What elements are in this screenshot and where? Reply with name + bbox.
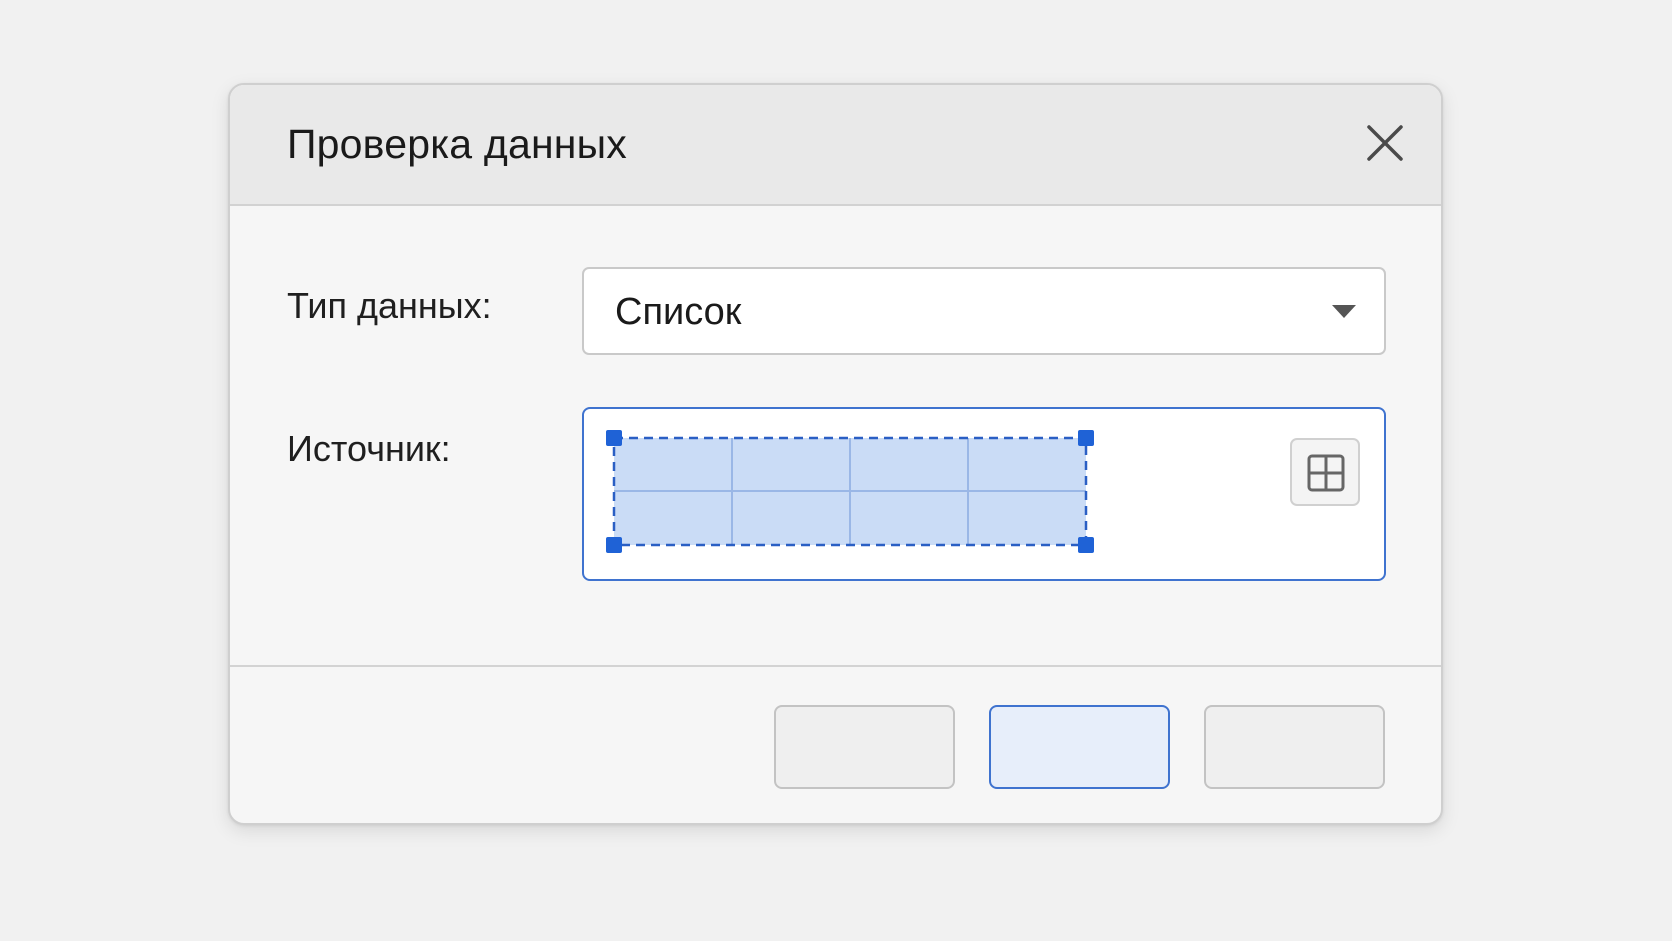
data-type-value: Список: [615, 291, 742, 333]
footer-button-3[interactable]: [1204, 705, 1385, 789]
selection-handle-bottom-right[interactable]: [1078, 537, 1094, 553]
data-type-select[interactable]: Список: [582, 267, 1386, 355]
selection-handle-bottom-left[interactable]: [606, 537, 622, 553]
footer-divider: [230, 665, 1441, 667]
close-button[interactable]: [1359, 117, 1411, 169]
footer-button-1[interactable]: [774, 705, 955, 789]
close-icon: [1367, 125, 1403, 161]
selection-handle-top-left[interactable]: [606, 430, 622, 446]
source-label: Источник:: [287, 428, 451, 469]
dialog-titlebar: Проверка данных: [230, 85, 1441, 206]
selection-handle-top-right[interactable]: [1078, 430, 1094, 446]
range-picker-button[interactable]: [1290, 438, 1360, 506]
data-validation-dialog: Проверка данных Тип данных: Список Источ…: [228, 83, 1443, 825]
range-selection[interactable]: [606, 430, 1094, 553]
grid-select-icon: [1307, 454, 1345, 492]
source-input[interactable]: [582, 407, 1386, 581]
data-type-label: Тип данных:: [287, 285, 492, 326]
dialog-title: Проверка данных: [287, 121, 628, 167]
caret-down-icon: [1332, 304, 1356, 320]
footer-button-2-primary[interactable]: [989, 705, 1170, 789]
